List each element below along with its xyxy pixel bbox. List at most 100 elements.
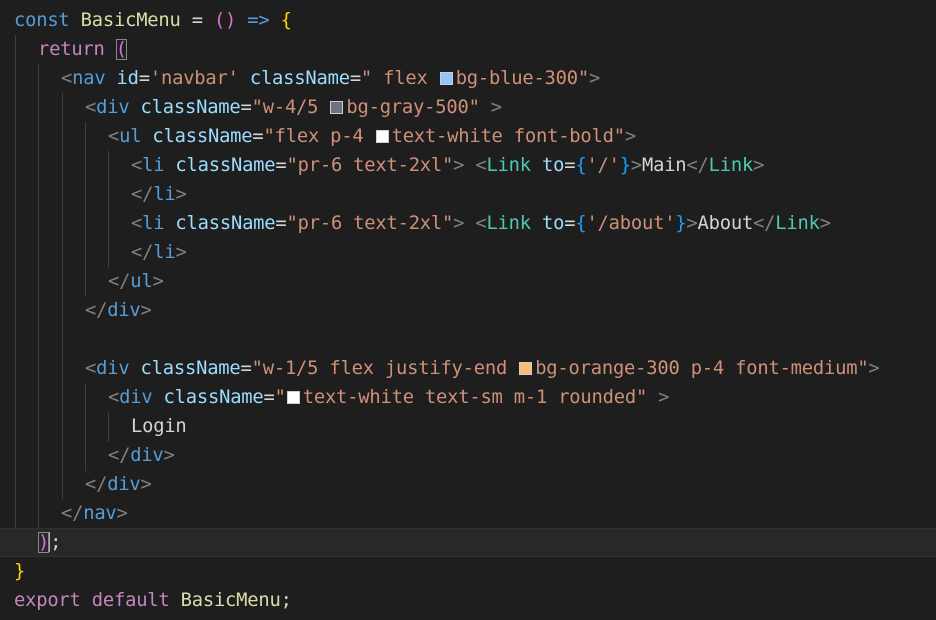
code-token: > xyxy=(479,97,502,118)
code-token: text-white text-sm m-1 rounded" xyxy=(302,387,648,408)
code-token: "w-1/5 flex justify-end xyxy=(251,358,519,379)
code-token: div xyxy=(130,445,164,466)
color-swatch-icon[interactable] xyxy=(286,391,300,404)
code-token: > < xyxy=(453,155,487,176)
code-token: "w-4/5 xyxy=(251,97,330,118)
code-editor[interactable]: const BasicMenu = () => { return ( <nav … xyxy=(0,0,936,620)
code-token: </ xyxy=(131,184,154,205)
code-token: > xyxy=(140,300,152,321)
code-token: bg-blue-300" xyxy=(455,68,589,89)
code-token: ; xyxy=(280,590,292,611)
code-line-10[interactable]: </ul> xyxy=(0,267,936,296)
code-line-7[interactable]: </li> xyxy=(0,180,936,209)
code-token: to xyxy=(530,213,565,234)
code-token: Link xyxy=(486,213,531,234)
code-token: > < xyxy=(453,213,487,234)
code-token: Main xyxy=(641,155,687,176)
code-token: = xyxy=(564,213,576,234)
code-token: </ xyxy=(108,445,131,466)
code-token: < xyxy=(61,68,73,89)
code-token: bg-gray-500" xyxy=(346,97,480,118)
code-token: Link xyxy=(708,155,754,176)
code-token: "pr-6 text-2xl" xyxy=(286,213,454,234)
code-token: > xyxy=(588,68,601,89)
code-token: About xyxy=(697,213,754,234)
code-token: className xyxy=(129,358,241,379)
code-token: ; xyxy=(50,532,62,553)
code-line-13[interactable]: <div className="w-1/5 flex justify-end b… xyxy=(0,354,936,383)
code-token: < xyxy=(131,213,143,234)
code-line-19-active[interactable]: ); xyxy=(0,528,936,557)
code-line-3[interactable]: <nav id='navbar' className=" flex bg-blu… xyxy=(0,64,936,93)
code-line-15[interactable]: Login xyxy=(0,412,936,441)
code-token: ul xyxy=(119,126,142,147)
code-token: } xyxy=(675,213,687,234)
code-token: li xyxy=(142,213,165,234)
code-token: > xyxy=(152,271,164,292)
code-token: className xyxy=(164,213,276,234)
color-swatch-icon[interactable] xyxy=(375,130,389,143)
code-token: li xyxy=(153,184,176,205)
code-token: className xyxy=(164,155,276,176)
code-token: div xyxy=(107,300,141,321)
code-token: className xyxy=(152,387,264,408)
code-token: to xyxy=(530,155,565,176)
code-line-2[interactable]: return ( xyxy=(0,35,936,64)
code-token: '/' xyxy=(586,155,620,176)
code-token: = xyxy=(263,387,275,408)
code-token: > xyxy=(819,213,831,234)
color-swatch-icon[interactable] xyxy=(519,362,533,375)
code-token: bg-orange-300 p-4 font-medium" xyxy=(535,358,869,379)
code-token: = xyxy=(252,126,264,147)
code-token: < xyxy=(85,97,97,118)
code-line-16[interactable]: </div> xyxy=(0,441,936,470)
code-line-11[interactable]: </div> xyxy=(0,296,936,325)
code-token: li xyxy=(153,242,176,263)
code-token: </ xyxy=(753,213,776,234)
code-line-17[interactable]: </div> xyxy=(0,470,936,499)
code-token: = xyxy=(349,68,361,89)
code-token: = xyxy=(275,213,287,234)
code-line-9[interactable]: </li> xyxy=(0,238,936,267)
code-line-1[interactable]: const BasicMenu = () => { xyxy=(0,6,936,35)
code-line-8[interactable]: <li className="pr-6 text-2xl"> <Link to=… xyxy=(0,209,936,238)
code-token: </ xyxy=(61,503,84,524)
color-swatch-icon[interactable] xyxy=(439,72,453,85)
code-line-21[interactable]: export default BasicMenu; xyxy=(0,586,936,615)
code-token: } xyxy=(14,561,26,582)
code-token: < xyxy=(108,126,120,147)
code-token: " xyxy=(274,387,286,408)
code-token: text-white font-bold" xyxy=(391,126,625,147)
code-line-6[interactable]: <li className="pr-6 text-2xl"> <Link to=… xyxy=(0,151,936,180)
code-line-5[interactable]: <ul className="flex p-4 text-white font-… xyxy=(0,122,936,151)
code-token: = xyxy=(138,68,150,89)
code-token: id xyxy=(105,68,139,89)
code-token: { xyxy=(575,213,587,234)
code-token: > xyxy=(630,155,642,176)
code-token: => xyxy=(236,10,281,31)
code-line-12[interactable] xyxy=(0,325,936,354)
code-token: { xyxy=(280,10,292,31)
code-token: " flex xyxy=(360,68,439,89)
code-token: className xyxy=(129,97,241,118)
code-token: '/about' xyxy=(586,213,676,234)
code-token: return xyxy=(38,39,116,60)
code-line-18[interactable]: </nav> xyxy=(0,499,936,528)
code-token: 'navbar' xyxy=(149,68,239,89)
code-token: "pr-6 text-2xl" xyxy=(286,155,454,176)
code-line-14[interactable]: <div className=" text-white text-sm m-1 r… xyxy=(0,383,936,412)
code-line-4[interactable]: <div className="w-4/5 bg-gray-500" > xyxy=(0,93,936,122)
code-token: nav xyxy=(72,68,106,89)
code-token: > xyxy=(140,474,152,495)
code-token: < xyxy=(108,387,120,408)
code-line-20[interactable]: } xyxy=(0,557,936,586)
code-token: < xyxy=(131,155,143,176)
code-token: > xyxy=(753,155,765,176)
color-swatch-icon[interactable] xyxy=(330,101,344,114)
code-token: Link xyxy=(775,213,820,234)
code-token: > xyxy=(175,242,187,263)
code-token: > xyxy=(163,445,175,466)
code-token: div xyxy=(96,97,130,118)
code-token: </ xyxy=(108,271,131,292)
code-token: </ xyxy=(85,300,108,321)
